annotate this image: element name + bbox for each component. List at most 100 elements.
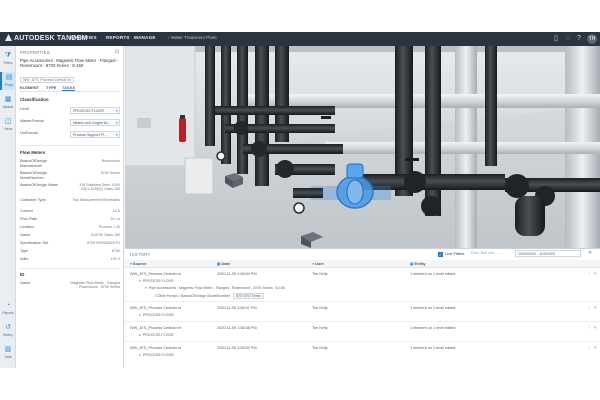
chevron-up-icon[interactable]: ˄ <box>594 305 597 310</box>
properties-icon: ▤ <box>5 74 13 81</box>
property-value[interactable]: 12 A <box>70 209 120 213</box>
property-value[interactable]: Magnetic Flow Meter - Flanged - Rosemoun… <box>70 281 120 290</box>
row-source: WW_ATS_Process Central.rvt <box>130 272 181 276</box>
rail-item-properties[interactable]: ▤ Props <box>0 72 16 90</box>
property-key: Controller Type <box>20 198 46 202</box>
property-key: BasicsOfDesign ModelNumber <box>20 171 48 180</box>
level-select[interactable]: PROCESS FLOOR <box>70 107 120 114</box>
table-row[interactable]: WW_ATS_Process Central.rvt 2020-11-05 1:… <box>125 271 600 278</box>
avatar[interactable]: TH <box>587 34 597 44</box>
row-user: Tim Kelly <box>312 306 328 310</box>
nav-reports[interactable]: REPORTS <box>106 35 130 40</box>
changed-value-chip: 8700 8700 Series <box>232 293 264 299</box>
rail-item-views[interactable]: ◫ Views <box>0 116 16 134</box>
masterformat-select[interactable]: Meters and Gages for... <box>70 119 120 126</box>
more-options-icon[interactable]: ⋮ <box>587 345 592 351</box>
property-key: Specification Set <box>20 241 49 245</box>
tab-type[interactable]: TYPE <box>46 85 56 90</box>
rail-item-models[interactable]: ▦ Models <box>0 94 16 112</box>
chevron-right-icon[interactable]: ▸ <box>139 333 141 337</box>
chevron-right-icon[interactable]: ▸ <box>139 313 141 317</box>
tab-element[interactable]: ELEMENT <box>20 85 39 90</box>
grey-pipe <box>325 142 600 154</box>
date-range-picker[interactable]: 10/29/2020 - 11/5/2020 <box>515 250 581 257</box>
rail-item-history[interactable]: ↺ History <box>0 322 16 340</box>
pipe <box>425 46 441 216</box>
live-filters-toggle[interactable]: ✓ Live Filters <box>438 251 464 257</box>
property-value[interactable]: Process 1.30 <box>70 225 120 229</box>
pressure-gauge <box>293 202 305 214</box>
pipe <box>221 46 231 164</box>
column-user[interactable]: ●User <box>312 261 324 266</box>
user-icon: ● <box>312 262 315 266</box>
nav-facilities[interactable]: FACILITIES <box>70 35 97 40</box>
pipe <box>485 46 497 166</box>
screenshot-frame: AUTODESK TANDEM FACILITIES REPORTS MANAG… <box>0 0 600 400</box>
notifications-icon[interactable]: ◌ <box>564 35 572 43</box>
property-value[interactable]: 20 L/s <box>70 217 120 221</box>
row-date: 2020-11-05 1:58:38 PM <box>217 326 257 330</box>
property-value[interactable]: B-8700 Class 150 <box>70 233 120 237</box>
rail-item-filters[interactable]: ⧩ Filters <box>0 50 16 68</box>
fire-extinguisher <box>179 118 186 142</box>
rail-label: History <box>3 333 13 337</box>
column-date[interactable]: ▦Date <box>217 261 230 266</box>
property-value[interactable]: 120 V <box>70 257 120 261</box>
property-row-uniformat: UniFormat Process Support Pl... <box>20 131 120 141</box>
rail-item-reports[interactable]: ◔ Reports <box>0 300 16 318</box>
property-key: MasterFormat <box>20 119 44 123</box>
property-value[interactable]: Rosemount <box>70 159 120 163</box>
more-options-icon[interactable]: ⋮ <box>587 305 592 311</box>
uniformat-select[interactable]: Process Support Pl... <box>70 131 120 138</box>
row-divider <box>125 321 600 322</box>
more-options-icon[interactable]: ⋮ <box>587 325 592 331</box>
filter-input[interactable]: Enter filter text... <box>471 251 497 255</box>
column-source[interactable]: ▾Source <box>130 261 146 266</box>
chevron-down-icon[interactable]: ▾ <box>139 279 141 283</box>
pipe-fitting <box>234 121 248 135</box>
table-row[interactable]: WW_ATS_Process Central.rvt 2020-11-05 1:… <box>125 325 600 332</box>
help-icon[interactable]: ? <box>575 35 583 43</box>
table-row[interactable]: WW_ATS_Process Central.rvt 2020-11-05 1:… <box>125 345 600 352</box>
chevron-down-icon[interactable]: ▾ <box>145 286 147 290</box>
property-value[interactable]: 316 Stainless Steel, 4100 EN/1.4436(S) C… <box>70 183 120 192</box>
column-entity[interactable]: ▣Entity <box>410 261 426 266</box>
property-row-level: Level PROCESS FLOOR <box>20 107 120 117</box>
property-value[interactable]: 8700 Series <box>70 171 120 175</box>
model-scene[interactable] <box>125 46 600 248</box>
table-row[interactable]: WW_ATS_Process Central.rvt 2020-11-05 1:… <box>125 305 600 312</box>
model-viewport[interactable] <box>125 46 600 248</box>
flow-meter-transmitter <box>346 163 364 179</box>
row-entity: 1 element on 1 level edited <box>410 346 456 350</box>
property-row-masterformat: MasterFormat Meters and Gages for... <box>20 119 120 129</box>
chevron-right-icon[interactable]: ▸ <box>139 353 141 357</box>
property-key: Volts <box>20 257 29 261</box>
property-value[interactable]: 8700 <box>70 249 120 253</box>
property-value[interactable]: 8700TSHS5000STD <box>70 241 120 245</box>
properties-tabs: ELEMENT TYPE TASKS <box>20 84 120 92</box>
pipe-fitting <box>505 174 529 198</box>
nav-manage[interactable]: MANAGE <box>134 35 156 40</box>
rail-item-data[interactable]: ▥ Data <box>0 344 16 362</box>
chevron-up-icon[interactable]: ˄ <box>594 271 597 276</box>
model-icon: ▦ <box>4 96 12 103</box>
pressure-gauge <box>216 151 226 161</box>
property-value[interactable]: Two Measurement Electrodes <box>70 198 120 202</box>
property-key: Level <box>20 107 30 111</box>
properties-title: PROPERTIES <box>20 50 50 55</box>
row-detail-level: ▸ PROCESS FLOOR <box>139 353 174 357</box>
pin-icon[interactable]: ⊡ <box>115 49 119 55</box>
chevron-up-icon[interactable]: ˄ <box>594 325 597 330</box>
tab-tasks[interactable]: TASKS <box>62 85 76 91</box>
property-row: Controller Type Two Measurement Electrode… <box>20 198 120 208</box>
close-icon[interactable]: ✕ <box>588 250 592 256</box>
facility-breadcrumb[interactable]: › Water Treatment Plant <box>168 35 217 40</box>
detail-text: COBie Pumps / BasicsOfDesign ModelNumber <box>155 294 230 298</box>
chevron-up-icon[interactable]: ˄ <box>594 345 597 350</box>
row-detail-level: ▸ PROCESS FLOOR <box>139 333 174 337</box>
bookmark-icon[interactable]: ▯ <box>552 35 560 43</box>
row-user: Tim Kelly <box>312 272 328 276</box>
property-row: BasicsOfDesign ModelNumber 8700 Series <box>20 171 120 181</box>
more-options-icon[interactable]: ⋮ <box>587 271 592 277</box>
pipe-fitting <box>251 141 267 157</box>
